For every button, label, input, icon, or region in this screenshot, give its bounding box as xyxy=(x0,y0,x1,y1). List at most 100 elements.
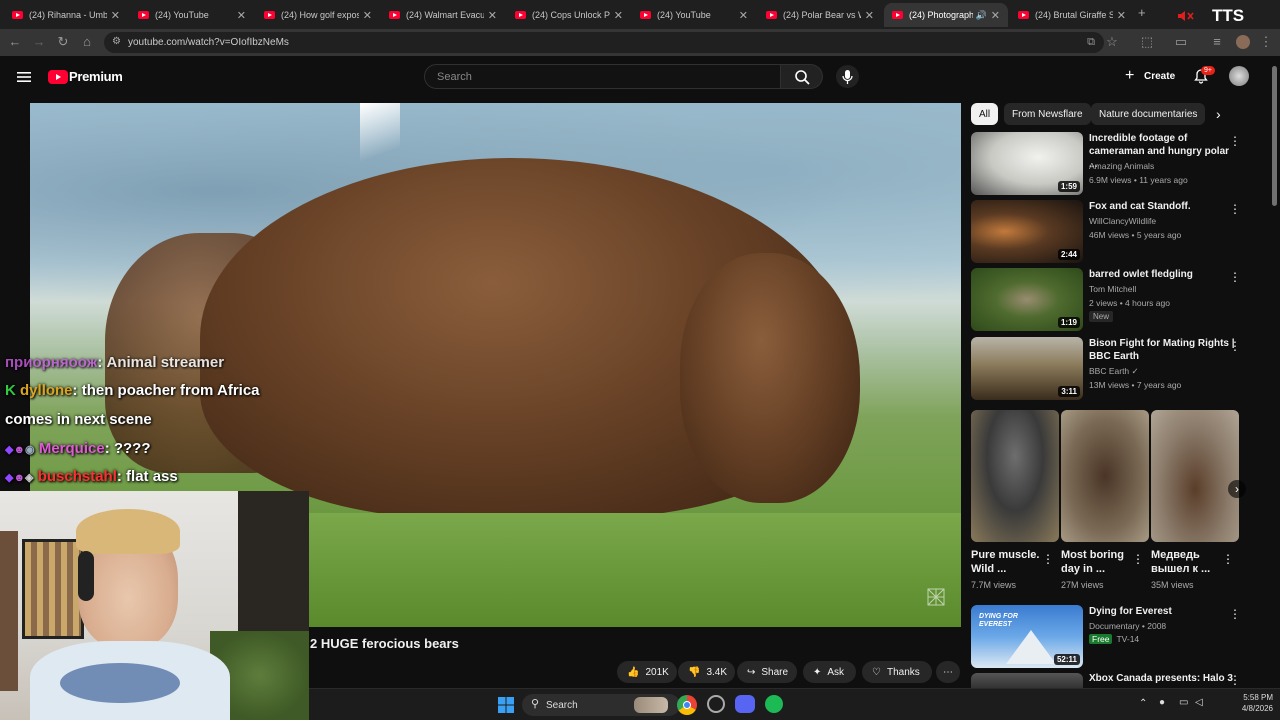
hamburger-menu-icon[interactable] xyxy=(17,70,31,82)
volume-icon[interactable]: ◁ xyxy=(1195,697,1203,708)
chip-all[interactable]: All xyxy=(971,103,999,125)
browser-tab[interactable]: (24) YouTube ✕ xyxy=(130,3,254,27)
close-tab-icon[interactable]: ✕ xyxy=(488,9,497,22)
more-vertical-icon[interactable]: ⋮ xyxy=(1229,339,1241,353)
channel-name[interactable]: Tom Mitchell xyxy=(1089,284,1136,294)
home-icon[interactable]: ⌂ xyxy=(80,35,94,49)
mic-tray-icon[interactable]: ● xyxy=(1159,697,1165,708)
shorts-next-icon[interactable]: › xyxy=(1228,480,1246,498)
video-thumbnail[interactable]: 2:44 xyxy=(971,200,1083,263)
extensions-icon[interactable]: ⬚ xyxy=(1140,35,1154,49)
more-actions-button[interactable]: ⋯ xyxy=(936,661,960,683)
browser-tab[interactable]: (24) How golf expose ✕ xyxy=(256,3,380,27)
more-vertical-icon[interactable]: ⋮ xyxy=(1229,134,1241,148)
video-thumbnail[interactable]: 1:19 xyxy=(971,268,1083,331)
recommended-movie[interactable]: DYING FOR EVEREST 52:11 Dying for Everes… xyxy=(971,605,1271,669)
page-scrollbar[interactable] xyxy=(1270,56,1280,688)
taskbar-search[interactable]: ⚲ Search xyxy=(522,694,680,716)
browser-menu-icon[interactable]: ⋮ xyxy=(1259,35,1273,49)
short-thumbnail[interactable] xyxy=(1151,410,1239,542)
app-icon[interactable] xyxy=(707,695,725,713)
more-vertical-icon[interactable]: ⋮ xyxy=(1229,607,1241,621)
chrome-icon[interactable] xyxy=(677,695,697,715)
short-title[interactable]: Pure muscle. Wild ... xyxy=(971,548,1041,576)
recommended-video[interactable]: 3:11 Bison Fight for Mating Rights | BBC… xyxy=(971,337,1271,401)
youtube-premium-logo[interactable]: Premium xyxy=(69,69,123,84)
recommended-video[interactable]: 2:44 Fox and cat Standoff. WillClancyWil… xyxy=(971,200,1271,264)
close-tab-icon[interactable]: ✕ xyxy=(991,9,1000,22)
create-button[interactable]: Create xyxy=(1144,71,1175,82)
close-tab-icon[interactable]: ✕ xyxy=(111,9,120,22)
speaker-icon[interactable]: 🔊 xyxy=(976,10,987,21)
tray-chevron-icon[interactable]: ⌃ xyxy=(1139,698,1147,709)
browser-tab[interactable]: (24) YouTube ✕ xyxy=(632,3,756,27)
chips-next-icon[interactable]: › xyxy=(1216,106,1221,122)
recommended-video[interactable]: 1:19 barred owlet fledgling Tom Mitchell… xyxy=(971,268,1271,332)
close-tab-icon[interactable]: ✕ xyxy=(614,9,623,22)
recommended-video[interactable]: 1:59 Incredible footage of cameraman and… xyxy=(971,132,1271,196)
close-tab-icon[interactable]: ✕ xyxy=(237,9,246,22)
more-vertical-icon[interactable]: ⋮ xyxy=(1222,552,1234,566)
like-button[interactable]: 👍 201K xyxy=(617,661,677,683)
spotify-icon[interactable] xyxy=(765,695,783,713)
browser-tab[interactable]: (24) Walmart Evacuati✕ xyxy=(381,3,505,27)
chip-from-newsflare[interactable]: From Newsflare xyxy=(1004,103,1091,125)
channel-name[interactable]: WillClancyWildlife xyxy=(1089,216,1156,226)
forward-icon[interactable]: → xyxy=(32,35,46,49)
browser-tab[interactable]: (24) Polar Bear vs Wal✕ xyxy=(758,3,882,27)
ask-button[interactable]: ✦ Ask xyxy=(803,661,856,683)
more-vertical-icon[interactable]: ⋮ xyxy=(1042,552,1054,566)
back-icon[interactable]: ← xyxy=(8,35,22,49)
network-icon[interactable]: ▭ xyxy=(1179,697,1188,708)
browser-tab-active[interactable]: (24) Photographe 🔊 ✕ xyxy=(884,3,1008,27)
close-tab-icon[interactable]: ✕ xyxy=(363,9,372,22)
discord-icon[interactable] xyxy=(735,695,755,713)
more-vertical-icon[interactable]: ⋮ xyxy=(1229,673,1241,687)
windows-start-icon[interactable] xyxy=(498,697,514,713)
scrollbar-thumb[interactable] xyxy=(1272,66,1277,206)
close-tab-icon[interactable]: ✕ xyxy=(739,9,748,22)
browser-tab[interactable]: (24) Brutal Giraffe Sh ✕ xyxy=(1010,3,1134,27)
video-title[interactable]: Xbox Canada presents: Halo 3 xyxy=(1089,673,1233,684)
reload-icon[interactable]: ↻ xyxy=(56,35,70,49)
channel-name[interactable]: BBC Earth ✓ xyxy=(1089,366,1139,377)
short-thumbnail[interactable] xyxy=(971,410,1059,542)
video-title[interactable]: barred owlet fledgling xyxy=(1089,268,1239,281)
cast-icon[interactable]: ▭ xyxy=(1174,35,1188,49)
youtube-logo-icon[interactable] xyxy=(48,70,68,84)
thanks-button[interactable]: ♡ Thanks xyxy=(862,661,932,683)
short-title[interactable]: Медведь вышел к ... xyxy=(1151,548,1221,576)
chip-nature-documentaries[interactable]: Nature documentaries xyxy=(1091,103,1206,125)
close-tab-icon[interactable]: ✕ xyxy=(865,9,874,22)
address-bar[interactable]: ⚙ youtube.com/watch?v=OIofIbzNeMs xyxy=(104,32,1104,53)
more-vertical-icon[interactable]: ⋮ xyxy=(1229,202,1241,216)
voice-search-mic-icon[interactable] xyxy=(836,65,859,88)
more-vertical-icon[interactable]: ⋮ xyxy=(1229,270,1241,284)
account-avatar[interactable] xyxy=(1229,66,1249,86)
bookmark-star-icon[interactable]: ☆ xyxy=(1105,35,1119,49)
taskbar-clock[interactable]: 5:58 PM 4/8/2026 xyxy=(1213,692,1273,714)
site-info-icon[interactable]: ⚙ xyxy=(112,36,121,47)
short-title[interactable]: Most boring day in ... xyxy=(1061,548,1131,576)
channel-name[interactable]: Amazing Animals xyxy=(1089,161,1154,171)
video-title[interactable]: Fox and cat Standoff. xyxy=(1089,200,1239,213)
video-thumbnail[interactable]: 3:11 xyxy=(971,337,1083,400)
more-vertical-icon[interactable]: ⋮ xyxy=(1132,552,1144,566)
short-thumbnail[interactable] xyxy=(1061,410,1149,542)
close-tab-icon[interactable]: ✕ xyxy=(1117,9,1126,22)
search-input[interactable]: Search xyxy=(424,64,781,89)
browser-tab[interactable]: (24) Rihanna - Umbre✕ xyxy=(4,3,128,27)
video-thumbnail[interactable] xyxy=(971,673,1083,688)
profile-avatar[interactable] xyxy=(1236,35,1250,49)
dislike-button[interactable]: 👎 3.4K xyxy=(678,661,735,683)
new-tab-icon[interactable]: + xyxy=(1138,5,1146,20)
reading-list-icon[interactable]: ≡ xyxy=(1210,35,1224,49)
video-title[interactable]: Bison Fight for Mating Rights | BBC Eart… xyxy=(1089,337,1239,363)
search-button[interactable] xyxy=(781,64,823,89)
movie-thumbnail[interactable]: DYING FOR EVEREST 52:11 xyxy=(971,605,1083,668)
video-thumbnail[interactable]: 1:59 xyxy=(971,132,1083,195)
share-button[interactable]: ↪ Share xyxy=(737,661,797,683)
install-icon[interactable]: ⧉ xyxy=(1084,35,1098,49)
browser-tab[interactable]: (24) Cops Unlock Prec✕ xyxy=(507,3,631,27)
movie-title[interactable]: Dying for Everest xyxy=(1089,605,1239,618)
